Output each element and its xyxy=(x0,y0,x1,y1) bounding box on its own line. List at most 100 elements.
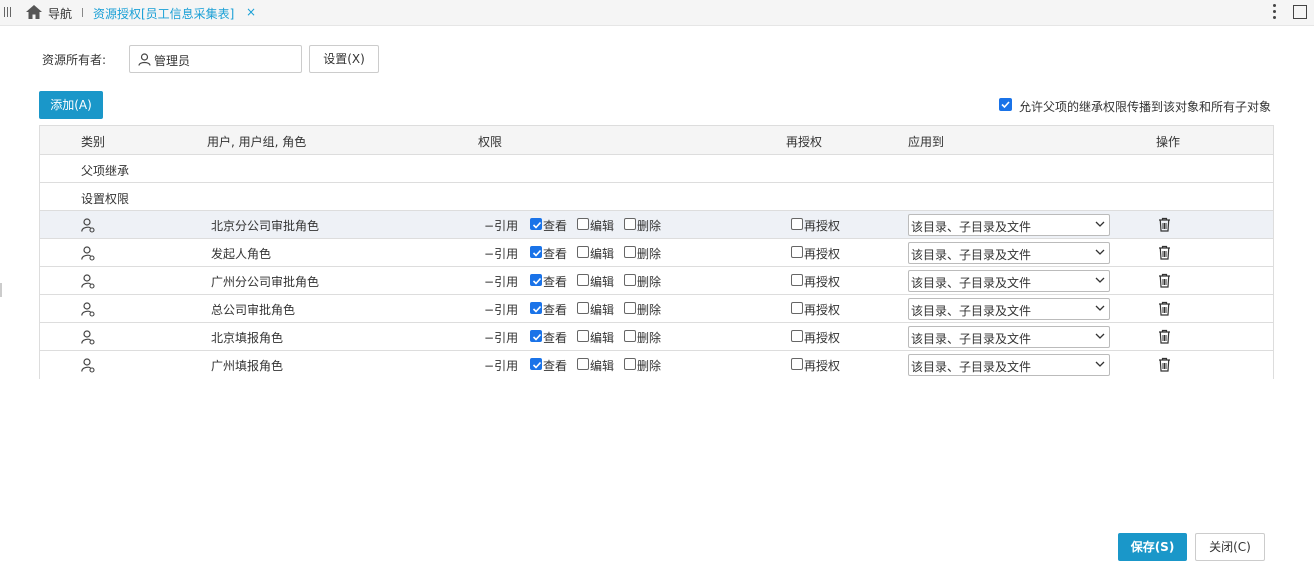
inherit-checkbox[interactable] xyxy=(999,98,1012,111)
trash-icon[interactable] xyxy=(1158,273,1171,288)
table-row[interactable]: 北京分公司审批角色 −引用 查看 编辑 删除 再授权 该目录、子目录及文件 xyxy=(40,211,1273,239)
delete-label: 删除 xyxy=(637,219,662,233)
permission-ref-label: 引用 xyxy=(494,219,519,233)
role-name: 广州填报角色 xyxy=(211,359,284,373)
grip-icon[interactable] xyxy=(4,7,14,19)
delete-checkbox[interactable] xyxy=(624,302,636,314)
edit-label: 编辑 xyxy=(590,303,615,317)
owner-field[interactable]: 管理员 xyxy=(129,45,302,73)
close-icon[interactable]: × xyxy=(246,5,256,19)
close-button[interactable]: 关闭(C) xyxy=(1195,533,1265,561)
role-icon xyxy=(81,302,95,317)
trash-icon[interactable] xyxy=(1158,245,1171,260)
table-header: 类别 用户, 用户组, 角色 权限 再授权 应用到 操作 xyxy=(40,126,1273,155)
apply-to-value: 该目录、子目录及文件 xyxy=(911,304,1032,318)
edit-checkbox[interactable] xyxy=(577,274,589,286)
table-row[interactable]: 北京填报角色 −引用 查看 编辑 删除 再授权 该目录、子目录及文件 xyxy=(40,323,1273,351)
edit-checkbox[interactable] xyxy=(577,330,589,342)
inherit-label: 允许父项的继承权限传播到该对象和所有子对象 xyxy=(1019,100,1272,114)
table-row[interactable]: 发起人角色 −引用 查看 编辑 删除 再授权 该目录、子目录及文件 xyxy=(40,239,1273,267)
header-type: 类别 xyxy=(81,135,106,149)
delete-checkbox[interactable] xyxy=(624,330,636,342)
regrant-checkbox[interactable] xyxy=(791,330,803,342)
view-label: 查看 xyxy=(543,331,568,345)
permission-ref-label: 引用 xyxy=(494,303,519,317)
apply-to-value: 该目录、子目录及文件 xyxy=(911,276,1032,290)
delete-label: 删除 xyxy=(637,303,662,317)
delete-label: 删除 xyxy=(637,331,662,345)
view-label: 查看 xyxy=(543,275,568,289)
tab-navigation[interactable]: 导航 xyxy=(48,5,72,22)
section-inherited-label: 父项继承 xyxy=(81,164,130,178)
regrant-checkbox[interactable] xyxy=(791,218,803,230)
permission-ref-label: 引用 xyxy=(494,247,519,261)
edit-label: 编辑 xyxy=(590,247,615,261)
edit-checkbox[interactable] xyxy=(577,302,589,314)
add-button[interactable]: 添加(A) xyxy=(39,91,103,119)
regrant-label: 再授权 xyxy=(804,275,841,289)
regrant-checkbox[interactable] xyxy=(791,274,803,286)
section-set-label: 设置权限 xyxy=(81,192,130,206)
more-vertical-icon[interactable] xyxy=(1272,4,1276,20)
apply-to-value: 该目录、子目录及文件 xyxy=(911,360,1032,374)
permission-ref: −引用 xyxy=(484,219,519,233)
save-button[interactable]: 保存(S) xyxy=(1118,533,1187,561)
section-set-permissions: 设置权限 xyxy=(40,183,1273,211)
delete-checkbox[interactable] xyxy=(624,358,636,370)
section-inherited: 父项继承 xyxy=(40,155,1273,183)
permission-ref: −引用 xyxy=(484,247,519,261)
trash-icon[interactable] xyxy=(1158,357,1171,372)
view-checkbox[interactable] xyxy=(530,302,542,314)
delete-checkbox[interactable] xyxy=(624,274,636,286)
apply-to-select[interactable]: 该目录、子目录及文件 xyxy=(908,326,1110,348)
permission-ref: −引用 xyxy=(484,275,519,289)
permission-ref-label: 引用 xyxy=(494,331,519,345)
regrant-label: 再授权 xyxy=(804,303,841,317)
user-icon xyxy=(138,53,151,66)
tab-bar: 导航 资源授权[员工信息采集表] × xyxy=(0,0,1314,26)
chevron-down-icon xyxy=(1095,361,1105,367)
regrant-label: 再授权 xyxy=(804,331,841,345)
table-row[interactable]: 总公司审批角色 −引用 查看 编辑 删除 再授权 该目录、子目录及文件 xyxy=(40,295,1273,323)
table-row[interactable]: 广州分公司审批角色 −引用 查看 编辑 删除 再授权 该目录、子目录及文件 xyxy=(40,267,1273,295)
delete-checkbox[interactable] xyxy=(624,218,636,230)
view-checkbox[interactable] xyxy=(530,218,542,230)
header-action: 操作 xyxy=(1156,135,1181,149)
header-users: 用户, 用户组, 角色 xyxy=(207,135,307,149)
delete-label: 删除 xyxy=(637,359,662,373)
role-name: 广州分公司审批角色 xyxy=(211,275,320,289)
apply-to-select[interactable]: 该目录、子目录及文件 xyxy=(908,242,1110,264)
side-collapse-handle[interactable] xyxy=(0,283,2,297)
regrant-checkbox[interactable] xyxy=(791,358,803,370)
tab-resource-authorization[interactable]: 资源授权[员工信息采集表] xyxy=(93,5,234,22)
apply-to-select[interactable]: 该目录、子目录及文件 xyxy=(908,298,1110,320)
apply-to-select[interactable]: 该目录、子目录及文件 xyxy=(908,270,1110,292)
owner-label: 资源所有者: xyxy=(42,53,107,67)
edit-checkbox[interactable] xyxy=(577,358,589,370)
edit-checkbox[interactable] xyxy=(577,218,589,230)
chevron-down-icon xyxy=(1095,249,1105,255)
delete-checkbox[interactable] xyxy=(624,246,636,258)
trash-icon[interactable] xyxy=(1158,301,1171,316)
table-row[interactable]: 广州填报角色 −引用 查看 编辑 删除 再授权 该目录、子目录及文件 xyxy=(40,351,1273,379)
edit-label: 编辑 xyxy=(590,331,615,345)
view-checkbox[interactable] xyxy=(530,274,542,286)
view-label: 查看 xyxy=(543,359,568,373)
chevron-down-icon xyxy=(1095,333,1105,339)
regrant-checkbox[interactable] xyxy=(791,302,803,314)
apply-to-select[interactable]: 该目录、子目录及文件 xyxy=(908,214,1110,236)
set-owner-button[interactable]: 设置(X) xyxy=(309,45,379,73)
maximize-icon[interactable] xyxy=(1293,5,1307,19)
home-icon[interactable] xyxy=(26,5,42,19)
view-label: 查看 xyxy=(543,303,568,317)
role-icon xyxy=(81,218,95,233)
view-checkbox[interactable] xyxy=(530,358,542,370)
apply-to-select[interactable]: 该目录、子目录及文件 xyxy=(908,354,1110,376)
regrant-checkbox[interactable] xyxy=(791,246,803,258)
view-checkbox[interactable] xyxy=(530,330,542,342)
regrant-label: 再授权 xyxy=(804,247,841,261)
edit-checkbox[interactable] xyxy=(577,246,589,258)
trash-icon[interactable] xyxy=(1158,329,1171,344)
trash-icon[interactable] xyxy=(1158,217,1171,232)
view-checkbox[interactable] xyxy=(530,246,542,258)
